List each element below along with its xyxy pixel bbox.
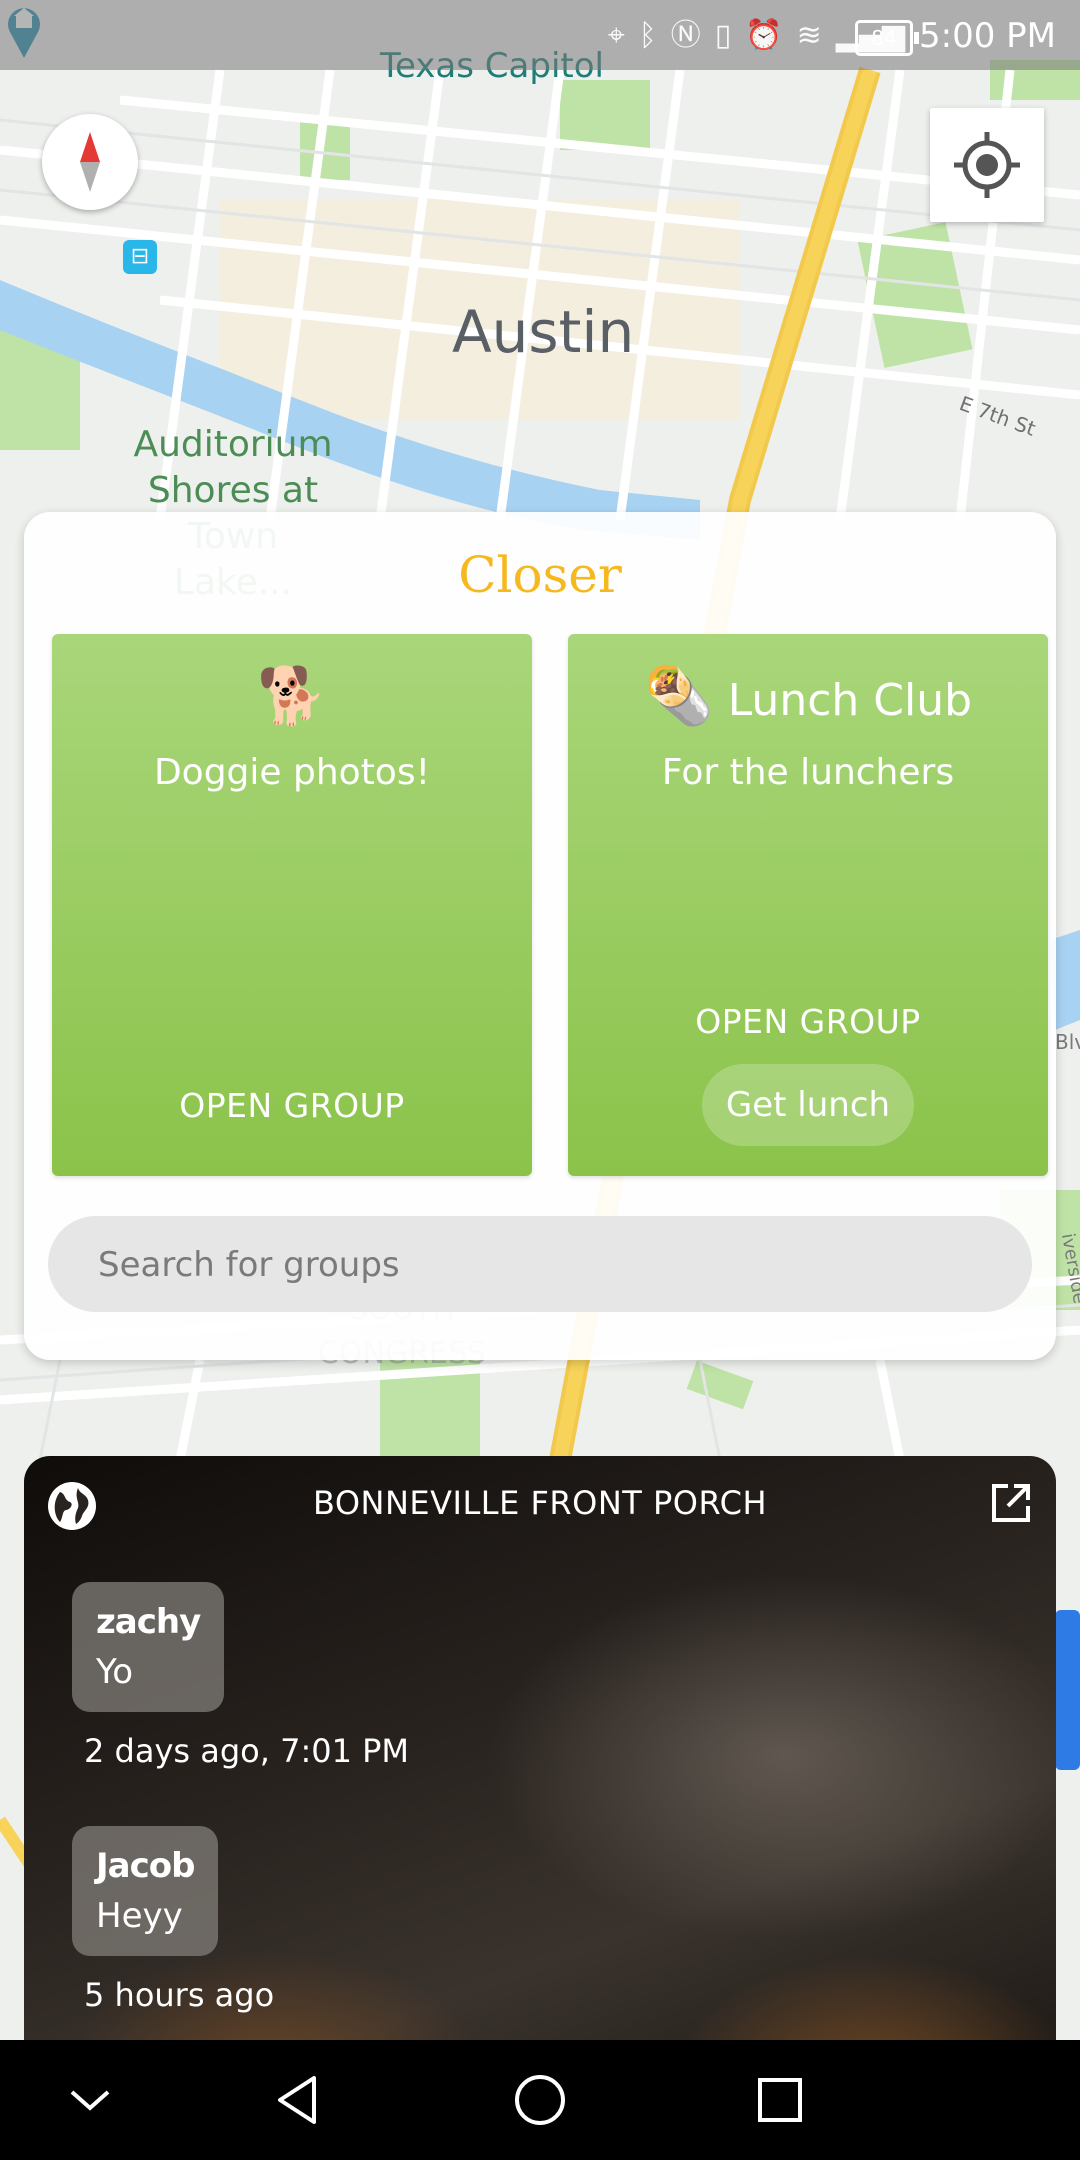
alarm-icon: ⏰ bbox=[745, 18, 783, 53]
open-external-icon[interactable] bbox=[988, 1480, 1034, 1526]
nfc-icon: Ⓝ bbox=[670, 18, 701, 53]
burrito-icon: 🌯 bbox=[643, 664, 714, 729]
transit-station-icon[interactable]: ⊟ bbox=[123, 240, 157, 274]
group-card-doggie[interactable]: 🐕 Doggie photos! OPEN GROUP bbox=[52, 634, 532, 1176]
home-icon[interactable] bbox=[508, 2068, 572, 2132]
chat-panel[interactable]: BONNEVILLE FRONT PORCH zachy Yo 2 days a… bbox=[24, 1456, 1056, 2076]
my-location-button[interactable] bbox=[930, 108, 1044, 222]
vibrate-icon: ▯ bbox=[714, 18, 732, 53]
app-screen: Texas Capitol ⊟ Austin Auditorium Shores… bbox=[0, 0, 1080, 2160]
open-group-button[interactable]: OPEN GROUP bbox=[568, 1002, 1048, 1041]
group-card-lunch-club[interactable]: 🌯 Lunch Club For the lunchers OPEN GROUP… bbox=[568, 634, 1048, 1176]
open-group-button[interactable]: OPEN GROUP bbox=[52, 1086, 532, 1125]
search-input[interactable] bbox=[96, 1216, 980, 1314]
group-heading: 🐕 bbox=[52, 662, 532, 736]
map-label-city: Austin bbox=[452, 298, 635, 366]
status-time: 5:00 PM bbox=[919, 16, 1056, 56]
chat-title: BONNEVILLE FRONT PORCH bbox=[312, 1484, 768, 1522]
group-description: For the lunchers bbox=[661, 752, 955, 793]
crosshair-icon bbox=[954, 132, 1020, 198]
location-icon: ⌖ bbox=[607, 18, 625, 53]
group-description: Doggie photos! bbox=[153, 752, 431, 793]
compass-icon bbox=[80, 132, 100, 192]
group-heading: 🌯 Lunch Club bbox=[568, 662, 1048, 736]
back-icon[interactable] bbox=[268, 2068, 332, 2132]
battery-indicator: 84 bbox=[855, 20, 919, 56]
panel-title: Closer bbox=[458, 546, 622, 604]
closer-groups-panel: Closer 🐕 Doggie photos! OPEN GROUP 🌯 Lun… bbox=[24, 512, 1056, 1360]
message-user: Jacob bbox=[96, 1846, 195, 1886]
navigation-bar bbox=[0, 2040, 1080, 2160]
dog-icon: 🐕 bbox=[257, 664, 327, 729]
message-bubble[interactable]: Jacob Heyy bbox=[72, 1826, 219, 1956]
message-text: Yo bbox=[96, 1652, 134, 1692]
get-lunch-button[interactable]: Get lunch bbox=[702, 1064, 914, 1146]
message-time: 2 days ago, 7:01 PM bbox=[84, 1732, 410, 1770]
wifi-icon: ≋ bbox=[796, 18, 822, 53]
group-name: Lunch Club bbox=[727, 675, 973, 726]
message-bubble[interactable]: zachy Yo bbox=[72, 1582, 225, 1712]
recents-icon[interactable] bbox=[748, 2068, 812, 2132]
group-search[interactable] bbox=[48, 1216, 1032, 1314]
bluetooth-icon: ᛒ bbox=[638, 18, 657, 53]
message-text: Heyy bbox=[96, 1896, 183, 1936]
message-user: zachy bbox=[96, 1602, 201, 1642]
chevron-down-icon[interactable] bbox=[58, 2068, 122, 2132]
compass-button[interactable] bbox=[42, 114, 138, 210]
message-time: 5 hours ago bbox=[84, 1976, 275, 2014]
map-label-blv: Blv bbox=[1055, 1030, 1080, 1054]
status-bar: ⌖ ᛒ Ⓝ ▯ ⏰ ≋ ▂▄▆ 84 5:00 PM bbox=[0, 0, 1080, 70]
